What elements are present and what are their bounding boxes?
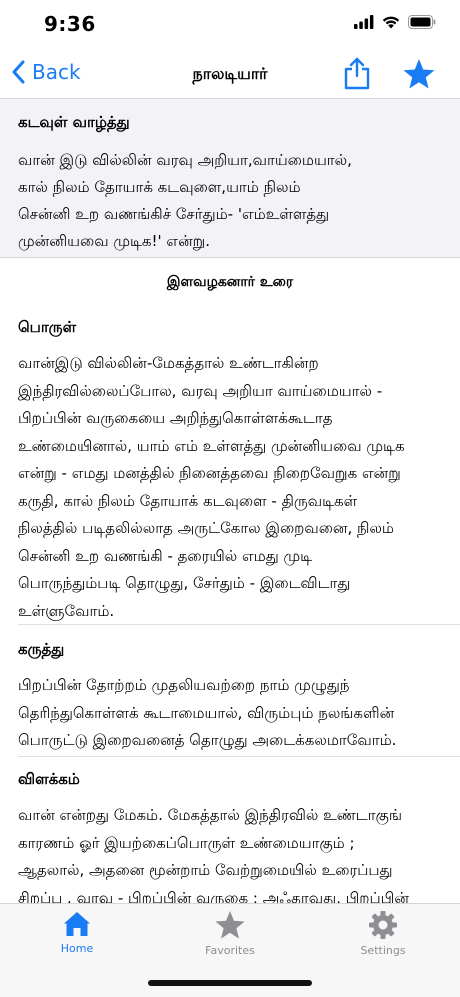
status-icons (354, 15, 436, 29)
divider (18, 756, 460, 757)
house-icon (64, 912, 90, 936)
text-line: பொருட்டு இறைவனைத் தொழுது அடைக்கலமாவோம். (18, 731, 397, 749)
text-line: நிலத்தில் படிதலில்லாத அருட்கோல இறைவனை, ந… (18, 519, 394, 537)
wifi-icon (382, 16, 400, 29)
text-line: வான்இடு வில்லின்-மேகத்தால் உண்டாகின்ற (18, 354, 319, 372)
text-line: உள்ளுவோம். (18, 601, 115, 620)
share-icon[interactable] (343, 56, 371, 90)
status-bar: 9:36 (0, 0, 460, 50)
text-line: பிறப்பின் வருகையை அறிந்துகொள்ளக்கூடாத (18, 409, 333, 427)
text-line: வான் என்றது மேகம். மேகத்தால் இந்திரவில் … (18, 806, 402, 824)
text-line: தெரிந்துகொள்ளக் கூடாமையால், விரும்பும் ந… (18, 703, 395, 722)
tab-favorites[interactable]: Favorites (170, 910, 290, 957)
star-icon (215, 910, 245, 939)
text-line: என்று - எமது மனத்தில் நினைத்தவை நிறைவேறு… (18, 464, 401, 482)
favorite-star-icon[interactable] (402, 58, 436, 90)
tab-label: Home (60, 942, 94, 955)
navigation-bar: Back நாலடியார் (0, 50, 460, 98)
battery-icon (408, 15, 436, 29)
gear-icon (369, 911, 397, 939)
section-title-explanation: விளக்கம் (18, 770, 80, 788)
chapter-title: கடவுள் வாழ்த்து (18, 113, 130, 131)
text-line: சென்னி உற வணங்கி - தரையில் எமது முடி (18, 546, 313, 565)
verse-line: முன்னியவை முடிக!' என்று. (18, 232, 210, 250)
verse-header: கடவுள் வாழ்த்து வான் இடு வில்லின் வரவு அ… (0, 98, 460, 258)
verse-text: வான் இடு வில்லின் வரவு அறியா,வாய்மையால்,… (18, 147, 448, 255)
text-line: ஆதலால், அதனை மூன்றாம் வேற்றுமையில் உரைப்… (18, 861, 393, 879)
section-text-idea: பிறப்பின் தோற்றம் முதலியவற்றை நாம் முழுத… (18, 672, 446, 755)
tab-settings[interactable]: Settings (323, 910, 443, 957)
text-line: பிறப்பின் தோற்றம் முதலியவற்றை நாம் முழுத… (18, 676, 350, 694)
section-title-idea: கருத்து (18, 640, 65, 658)
tab-label: Favorites (205, 944, 255, 957)
page-title: நாலடியார் (192, 64, 268, 83)
verse-line: சென்னி உற வணங்கிச் சேர்தும்- 'எம்உள்ளத்த… (18, 205, 330, 223)
status-time: 9:36 (44, 12, 96, 36)
text-line: பொருந்தும்படி தொழுது, சேர்தும் - இடைவிடா… (18, 574, 351, 592)
section-text-meaning: வான்இடு வில்லின்-மேகத்தால் உண்டாகின்ற இந… (18, 350, 446, 625)
signal-icon (354, 15, 374, 29)
tab-home[interactable]: Home (17, 910, 137, 955)
commentary-title: இளவழகனார் உரை (166, 274, 294, 290)
tab-label: Settings (360, 944, 406, 957)
divider (18, 624, 460, 625)
section-text-explanation: வான் என்றது மேகம். மேகத்தால் இந்திரவில் … (18, 802, 446, 912)
verse-line: கால் நிலம் தோயாக் கடவுளை,யாம் நிலம் (18, 178, 301, 196)
verse-line: வான் இடு வில்லின் வரவு அறியா,வாய்மையால், (18, 151, 352, 169)
section-title-meaning: பொருள் (18, 318, 77, 336)
text-line: உண்மையினால், யாம் எம் உள்ளத்து முன்னியவை… (18, 436, 405, 455)
text-line: இந்திரவில்லைப்போல, வரவு அறியா வாய்மையால்… (18, 381, 383, 400)
home-indicator (148, 980, 312, 986)
text-line: காரணம் ஓர் இயற்கைப்பொருள் உண்மையாகும் ; (18, 833, 355, 852)
text-line: கருதி, கால் நிலம் தோயாக் கடவுளை - திருவட… (18, 491, 358, 510)
